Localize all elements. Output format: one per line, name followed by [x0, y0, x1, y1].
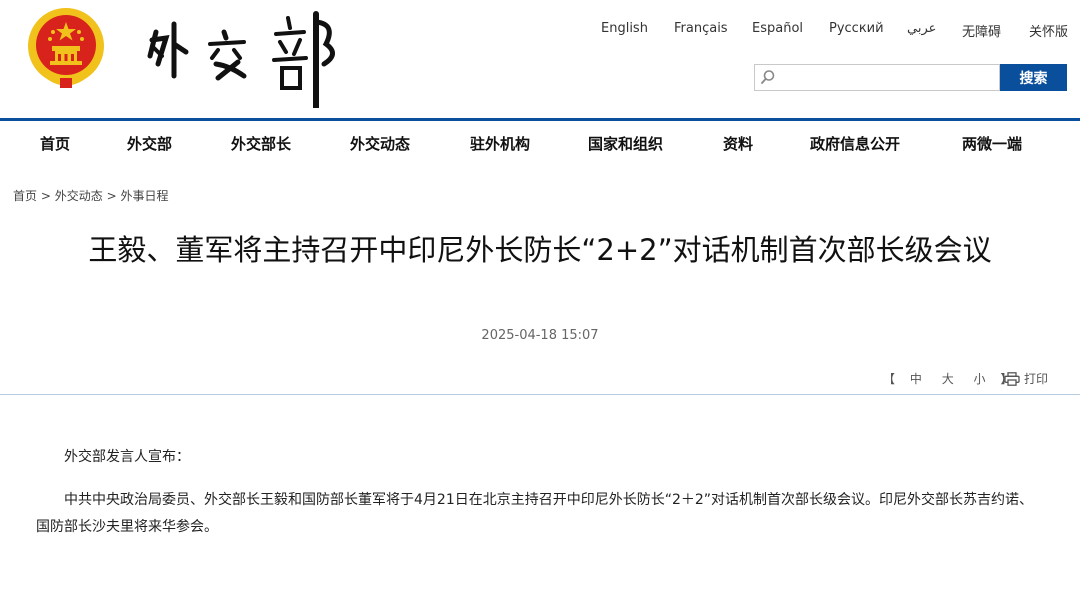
nav-item-diplomatic-news[interactable]: 外交动态	[350, 133, 410, 154]
nav-item-countries-organizations[interactable]: 国家和组织	[588, 133, 663, 154]
lang-arabic-link[interactable]: عربي	[907, 21, 936, 36]
breadcrumb-separator: >	[106, 189, 117, 203]
accessibility-link[interactable]: 无障碍	[962, 21, 1001, 40]
nav-item-government-info[interactable]: 政府信息公开	[810, 133, 900, 154]
nav-item-resources[interactable]: 资料	[723, 133, 753, 154]
search-input[interactable]	[779, 67, 995, 88]
article-paragraph: 中共中央政治局委员、外交部长王毅和国防部长董军将于4月21日在北京主持召开中印尼…	[36, 492, 1034, 535]
nav-item-home[interactable]: 首页	[40, 133, 70, 154]
printer-icon	[1004, 371, 1020, 386]
nav-item-social-media[interactable]: 两微一端	[962, 133, 1022, 154]
main-nav: 首页 外交部 外交部长 外交动态 驻外机构 国家和组织 资料 政府信息公开 两微…	[0, 121, 1080, 167]
breadcrumb-home-link[interactable]: 首页	[13, 189, 37, 203]
elderly-care-mode-link[interactable]: 关怀版	[1029, 21, 1068, 40]
language-bar: English Français Español Русский عربي 无障…	[585, 21, 1080, 41]
search-icon	[761, 70, 775, 84]
font-size-bracket-open: 【	[883, 372, 896, 386]
nav-item-minister[interactable]: 外交部长	[231, 133, 291, 154]
breadcrumb-schedule-link[interactable]: 外事日程	[120, 189, 168, 203]
font-size-small-button[interactable]: 小	[974, 370, 986, 387]
site-logo-calligraphy[interactable]	[140, 4, 350, 108]
font-size-large-button[interactable]: 大	[942, 370, 954, 387]
lang-russian-link[interactable]: Русский	[829, 21, 884, 36]
article-title: 王毅、董军将主持召开中印尼外长防长“2+2”对话机制首次部长级会议	[88, 233, 992, 267]
print-button[interactable]: 打印	[1004, 370, 1048, 387]
search-button[interactable]: 搜索	[1000, 64, 1067, 91]
breadcrumb-separator: >	[40, 189, 51, 203]
article-body: 外交部发言人宣布： 中共中央政治局委员、外交部长王毅和国防部长董军将于4月21日…	[36, 444, 1040, 557]
nav-item-ministry[interactable]: 外交部	[127, 133, 172, 154]
lang-spanish-link[interactable]: Español	[752, 21, 803, 36]
lang-english-link[interactable]: English	[601, 21, 648, 36]
lang-french-link[interactable]: Français	[674, 21, 728, 36]
print-label: 打印	[1024, 372, 1049, 386]
site-header: English Français Español Русский عربي 无障…	[0, 0, 1080, 118]
article-paragraph: 外交部发言人宣布：	[64, 449, 190, 465]
national-emblem-icon[interactable]	[26, 6, 106, 90]
article-divider	[0, 394, 1080, 395]
nav-item-missions-abroad[interactable]: 驻外机构	[470, 133, 530, 154]
article-date: 2025-04-18 15:07	[481, 328, 599, 343]
breadcrumb-diplomatic-news-link[interactable]: 外交动态	[55, 189, 103, 203]
breadcrumb: 首页 > 外交动态 > 外事日程	[13, 187, 168, 204]
search-box	[754, 64, 1000, 91]
font-size-medium-button[interactable]: 中	[910, 370, 922, 387]
font-size-controls: 【 中 大 小 】	[880, 370, 1015, 387]
